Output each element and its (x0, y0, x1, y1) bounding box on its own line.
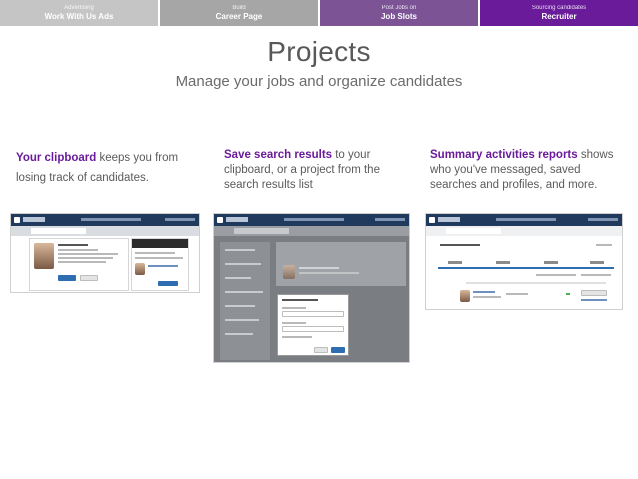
avatar (283, 265, 295, 279)
modal-cancel-button (314, 347, 328, 353)
tab-sub-label: Sourcing candidates (531, 4, 587, 11)
panel-line (135, 252, 175, 254)
panel-button (158, 281, 178, 286)
tab-main-label: Work With Us Ads (44, 11, 114, 21)
report-row-link (581, 299, 607, 301)
profile-name-line (58, 244, 88, 246)
report-row-line (506, 293, 528, 295)
feature-clipboard: Your clipboard keeps you from losing tra… (16, 148, 196, 188)
filters-sidebar (220, 242, 270, 360)
tab-job-slots[interactable]: Post Jobs on Job Slots (320, 0, 478, 26)
search-strip (214, 226, 409, 236)
avatar (135, 263, 145, 275)
report-tab (448, 261, 462, 264)
search-field (234, 228, 289, 234)
app-brand-mark (438, 217, 460, 222)
save-search-screenshot (213, 213, 410, 363)
report-status-dot (566, 293, 570, 295)
result-line (299, 272, 359, 274)
tab-sub-label: Post Jobs on (381, 4, 417, 11)
app-logo-icon (429, 217, 435, 223)
filter-line (225, 277, 251, 279)
top-tab-bar: Advertising Work With Us Ads Build Caree… (0, 0, 638, 26)
app-nav-right (588, 218, 618, 221)
profile-line (58, 257, 113, 259)
report-tab (590, 261, 604, 264)
results-list (276, 242, 406, 286)
profile-line (58, 249, 98, 251)
search-strip (426, 226, 622, 236)
filter-line (225, 333, 253, 335)
app-nav-bar (426, 214, 622, 226)
filter-line (225, 249, 255, 251)
modal-input (282, 311, 344, 317)
feature-save-search: Save search results to your clipboard, o… (224, 148, 404, 193)
feature-heading: Your clipboard (16, 152, 97, 164)
app-brand-mark (23, 217, 45, 222)
modal-select (282, 326, 344, 332)
page-title: Projects (267, 36, 371, 67)
modal-label-line (282, 322, 306, 324)
report-tab (496, 261, 510, 264)
avatar (460, 290, 470, 302)
modal-checkbox-line (282, 336, 312, 338)
save-to-clipboard-modal (277, 294, 349, 356)
app-nav-links (81, 218, 141, 221)
tab-career-page[interactable]: Build Career Page (160, 0, 318, 26)
profile-line (58, 253, 118, 255)
report-title-line (440, 244, 480, 246)
filter-line (225, 319, 259, 321)
feature-heading: Summary activities reports (430, 149, 578, 161)
app-nav-bar (11, 214, 199, 226)
tab-work-with-us-ads[interactable]: Advertising Work With Us Ads (0, 0, 158, 26)
tab-sub-label: Build (232, 4, 246, 11)
avatar (34, 243, 54, 269)
app-brand-mark (226, 217, 248, 222)
report-tab (544, 261, 558, 264)
modal-save-button (331, 347, 345, 353)
profile-secondary-button (80, 275, 98, 281)
activity-report-screenshot (425, 213, 623, 310)
filter-line (225, 263, 261, 265)
filter-line (225, 305, 255, 307)
recruiting-tools-panel (131, 238, 189, 291)
tab-recruiter[interactable]: Sourcing candidates Recruiter (480, 0, 638, 26)
tab-main-label: Recruiter (541, 11, 577, 21)
panel-line (148, 265, 178, 267)
search-field (446, 228, 501, 234)
clipboard-screenshot (10, 213, 200, 293)
app-nav-bar (214, 214, 409, 226)
tab-main-label: Job Slots (380, 11, 417, 21)
app-nav-links (496, 218, 556, 221)
report-row-line (473, 296, 501, 298)
report-filter-line (536, 274, 576, 276)
report-filter-line (581, 274, 611, 276)
panel-header (132, 239, 188, 248)
report-row-button (581, 290, 607, 296)
page-subtitle: Manage your jobs and organize candidates (175, 73, 463, 90)
feature-heading: Save search results (224, 149, 333, 161)
report-tab-strip (438, 259, 614, 269)
profile-action-button (58, 275, 76, 281)
filter-line (225, 291, 263, 293)
panel-line (135, 257, 183, 259)
tab-sub-label: Advertising (64, 4, 94, 11)
report-actions-line (596, 244, 612, 246)
profile-line (58, 261, 106, 263)
report-row-line (473, 291, 495, 293)
report-header-row (466, 282, 606, 284)
feature-summary-reports: Summary activities reports shows who you… (430, 148, 625, 193)
profile-card (29, 238, 129, 291)
search-field (31, 228, 86, 234)
app-nav-right (375, 218, 405, 221)
modal-title-line (282, 299, 318, 301)
app-nav-right (165, 218, 195, 221)
search-strip (11, 226, 199, 236)
modal-label-line (282, 307, 306, 309)
tab-main-label: Career Page (215, 11, 263, 21)
result-line (299, 267, 339, 269)
app-logo-icon (217, 217, 223, 223)
app-logo-icon (14, 217, 20, 223)
app-nav-links (284, 218, 344, 221)
